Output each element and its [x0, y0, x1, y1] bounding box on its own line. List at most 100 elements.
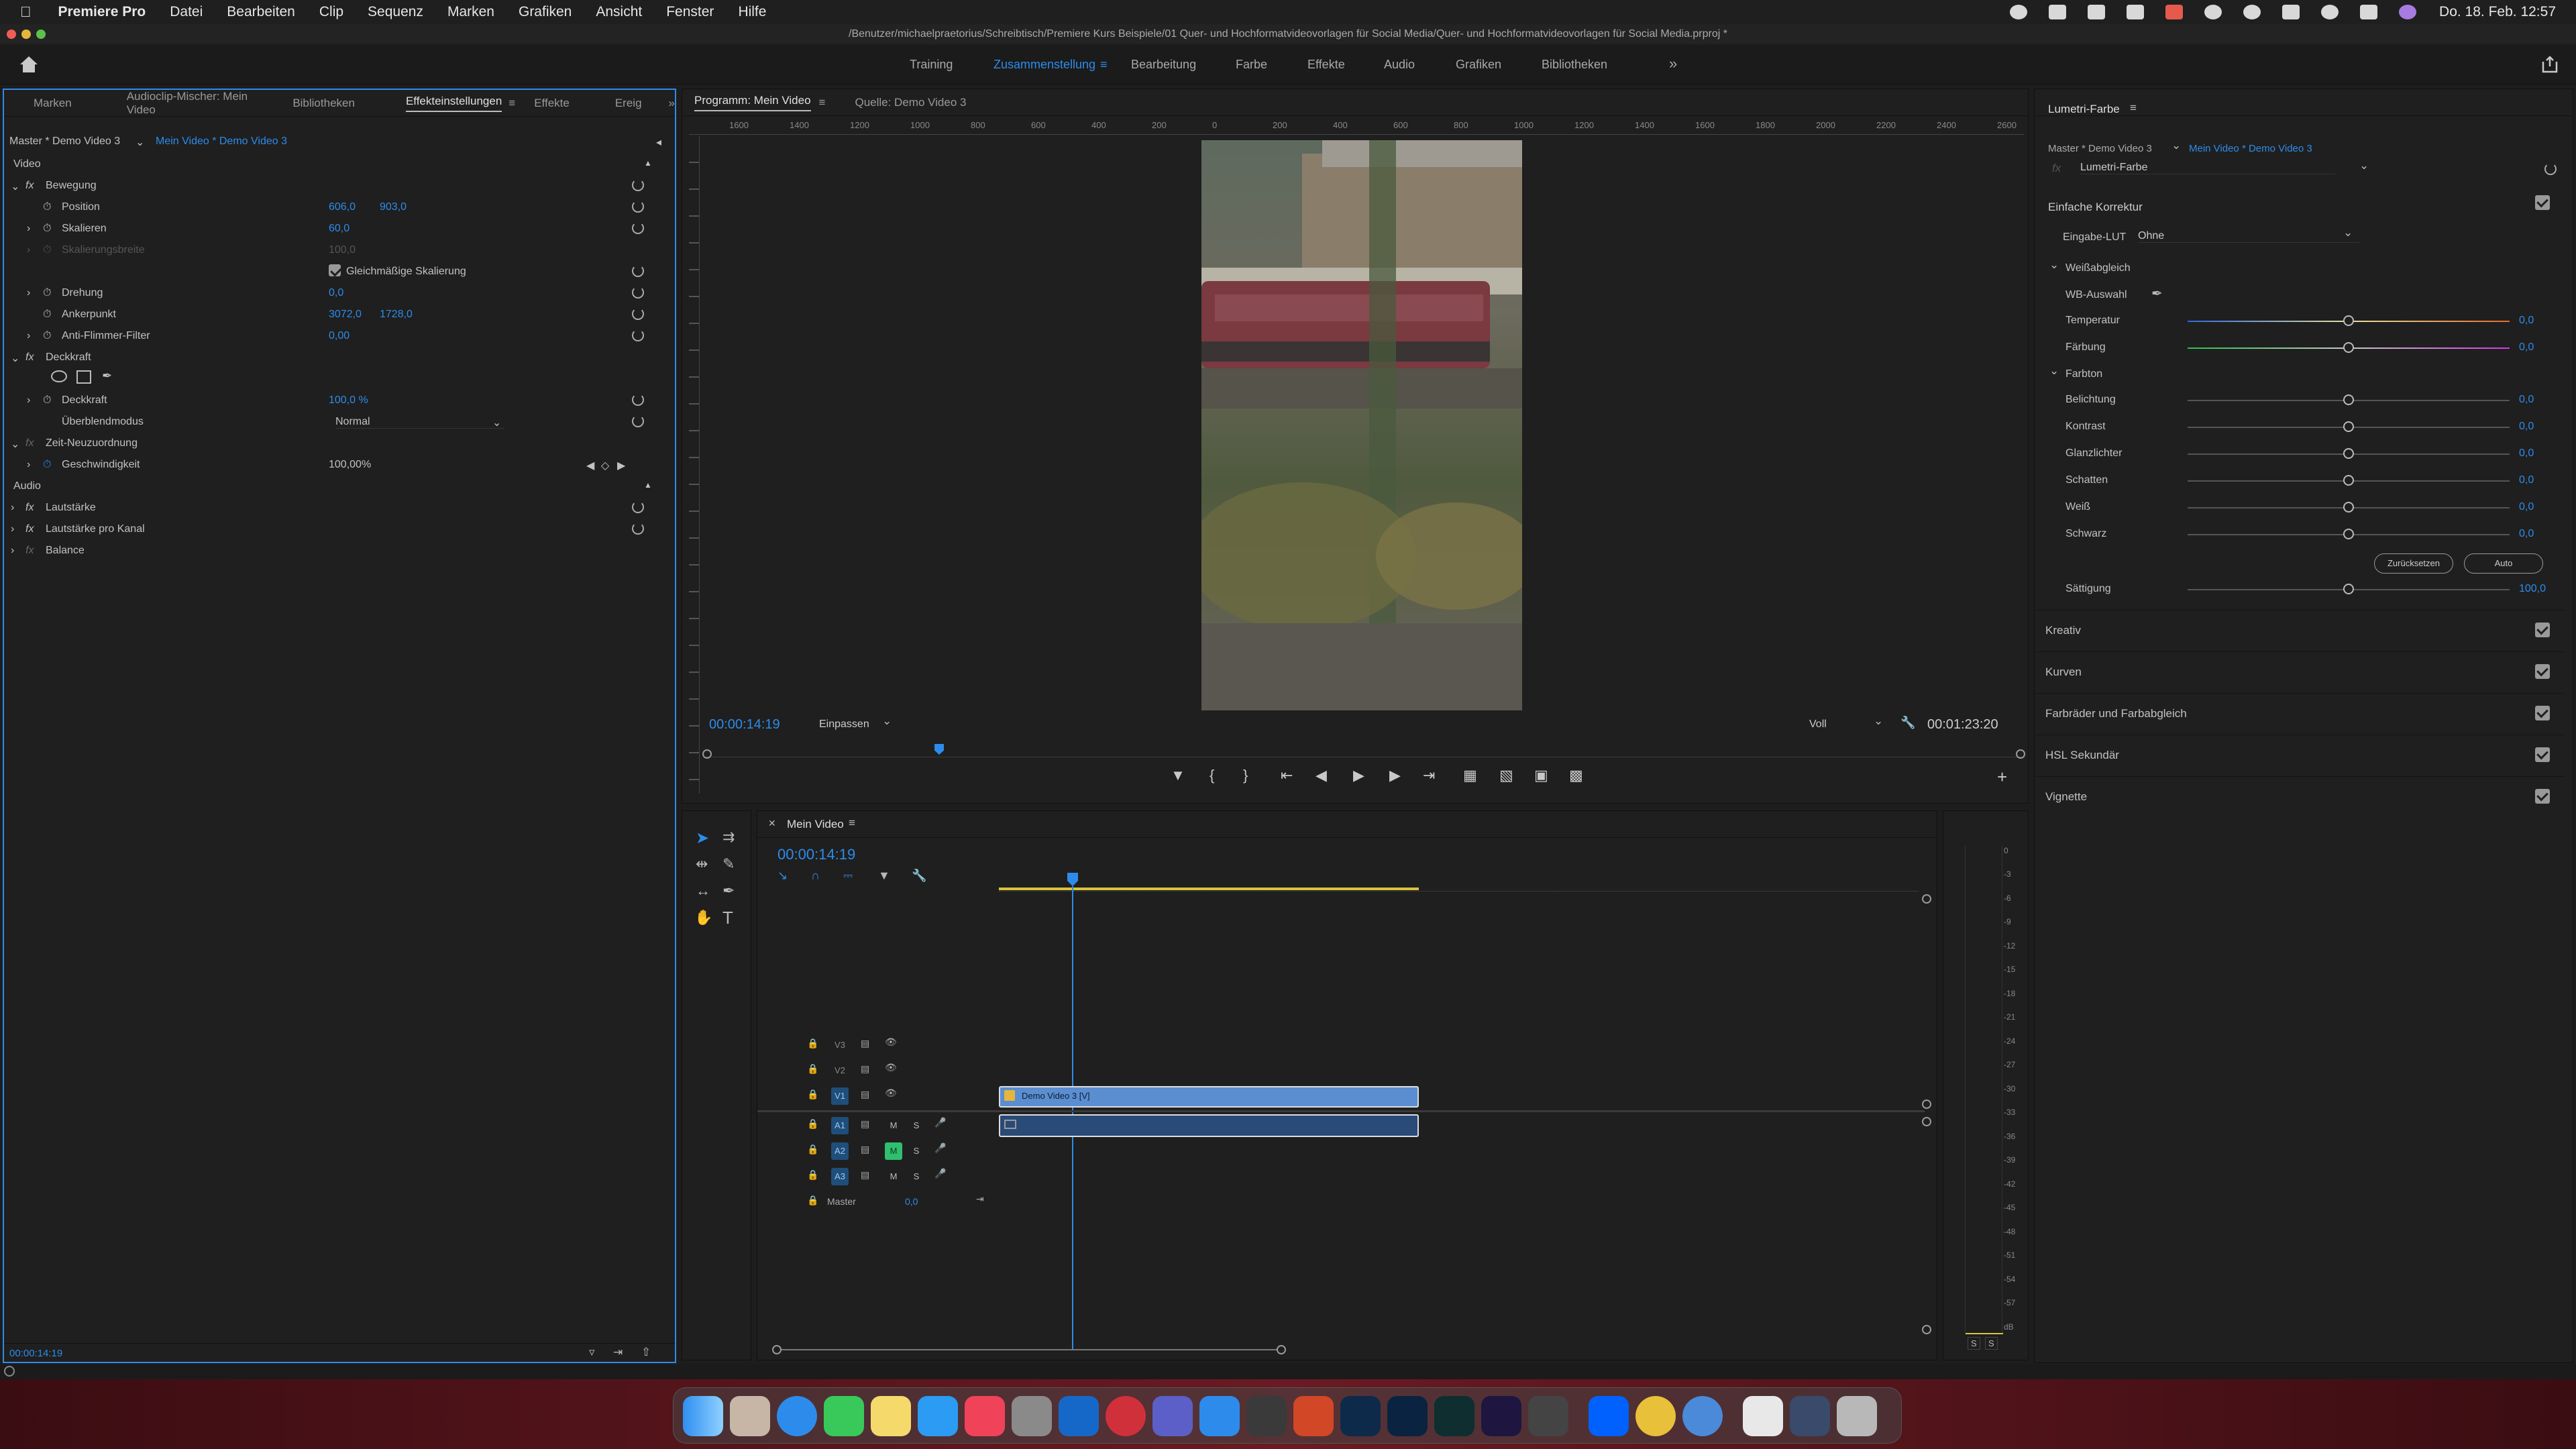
flimmer-value[interactable]: 0,00: [329, 330, 350, 342]
auto-button[interactable]: Auto: [2464, 553, 2543, 574]
timeline-tab[interactable]: Mein Video: [787, 818, 844, 831]
track-label[interactable]: A1: [831, 1117, 849, 1134]
exposure-slider[interactable]: [2188, 394, 2510, 405]
video-clip[interactable]: Demo Video 3 [V]: [999, 1086, 1419, 1108]
workspace-bearbeitung[interactable]: Bearbeitung: [1131, 58, 1196, 72]
finder-icon[interactable]: [683, 1396, 723, 1436]
reset-icon[interactable]: [632, 201, 644, 213]
eye-icon[interactable]: 👁: [885, 1087, 897, 1099]
workspace-training[interactable]: Training: [910, 58, 953, 72]
system-preferences-icon[interactable]: [1012, 1396, 1052, 1436]
stopwatch-icon[interactable]: ⏱: [43, 309, 51, 321]
reset-icon[interactable]: [632, 179, 644, 191]
trash-icon[interactable]: [1837, 1396, 1877, 1436]
glanzlichter-value[interactable]: 0,0: [2519, 447, 2534, 460]
geschwindigkeit-value[interactable]: 100,00%: [329, 459, 371, 471]
menu-grafiken[interactable]: Grafiken: [519, 4, 572, 20]
step-forward-icon[interactable]: ▶: [1389, 767, 1401, 784]
dropbox-icon[interactable]: [1589, 1396, 1629, 1436]
davinci-icon[interactable]: [1528, 1396, 1568, 1436]
section-checkbox[interactable]: [2535, 747, 2550, 762]
whites-slider[interactable]: [2188, 502, 2510, 513]
reset-icon[interactable]: [632, 415, 644, 427]
anker-y-value[interactable]: 1728,0: [380, 309, 413, 321]
menu-hilfe[interactable]: Hilfe: [738, 4, 766, 20]
panel-menu-icon[interactable]: ≡: [2130, 101, 2137, 115]
basic-correction-checkbox[interactable]: [2535, 195, 2550, 210]
snap-icon[interactable]: ∩: [811, 869, 820, 883]
type-tool-icon[interactable]: T: [722, 908, 733, 928]
workspace-farbe[interactable]: Farbe: [1236, 58, 1267, 72]
scroll-right-handle[interactable]: [1277, 1345, 1286, 1354]
sync-lock-icon[interactable]: ▤: [861, 1038, 869, 1049]
wrench-icon[interactable]: 🔧: [1900, 716, 1915, 730]
quicktime-icon[interactable]: [1682, 1396, 1723, 1436]
section-checkbox[interactable]: [2535, 789, 2550, 804]
expand-icon[interactable]: ›: [27, 223, 30, 235]
track-label[interactable]: A2: [831, 1142, 849, 1160]
share-icon[interactable]: [2541, 55, 2559, 74]
hand-tool-icon[interactable]: ✋: [694, 909, 712, 926]
saturation-slider[interactable]: [2188, 584, 2510, 594]
home-icon[interactable]: [19, 55, 39, 74]
chevron-left-icon[interactable]: ◂: [656, 136, 661, 149]
slider-knob[interactable]: [2343, 342, 2354, 353]
stopwatch-icon[interactable]: ⏱: [43, 223, 51, 235]
more-tabs-icon[interactable]: »: [669, 97, 675, 110]
collapse-up-icon[interactable]: ▲: [644, 158, 652, 168]
slider-knob[interactable]: [2343, 584, 2354, 594]
footer-timecode[interactable]: 00:00:14:19: [9, 1348, 62, 1359]
sync-lock-icon[interactable]: ▤: [861, 1118, 869, 1130]
track-label[interactable]: V2: [831, 1062, 849, 1079]
stopwatch-icon[interactable]: ⏱: [43, 287, 51, 299]
mark-out-icon[interactable]: }: [1243, 767, 1248, 784]
audition-icon[interactable]: [1434, 1396, 1474, 1436]
zoom-select[interactable]: Einpassen: [819, 718, 869, 731]
lock-icon[interactable]: 🔒: [807, 1144, 818, 1155]
slider-knob[interactable]: [2343, 421, 2354, 432]
blend-mode-select[interactable]: Normal: [335, 416, 504, 429]
effect-zeit-neuzuordnung[interactable]: ⌄ fx Zeit-Neuzuordnung: [4, 433, 668, 453]
tab-effekteinstellungen[interactable]: Effekteinstellungen: [405, 95, 502, 112]
farbton-header[interactable]: Farbton: [2065, 368, 2102, 380]
safari-icon[interactable]: [777, 1396, 817, 1436]
kontrast-value[interactable]: 0,0: [2519, 421, 2534, 433]
screen-recorder-icon[interactable]: [1106, 1396, 1146, 1436]
menu-marken[interactable]: Marken: [447, 4, 494, 20]
lumetri-title[interactable]: Lumetri-Farbe: [2048, 103, 2120, 116]
minimize-window-button[interactable]: [21, 30, 31, 39]
workspace-effekte[interactable]: Effekte: [1307, 58, 1345, 72]
expand-icon[interactable]: ›: [27, 287, 30, 299]
slider-knob[interactable]: [2343, 394, 2354, 405]
moon-icon[interactable]: [2243, 5, 2261, 19]
teams-icon[interactable]: [1152, 1396, 1193, 1436]
siri-icon[interactable]: [2399, 5, 2417, 19]
panel-menu-icon[interactable]: ≡: [819, 96, 826, 109]
play-icon[interactable]: ▶: [1353, 767, 1364, 784]
track-label[interactable]: V1: [831, 1087, 849, 1105]
reset-icon[interactable]: [2544, 163, 2557, 175]
section-checkbox[interactable]: [2535, 706, 2550, 720]
comparison-view-icon[interactable]: ▩: [1569, 767, 1583, 784]
slider-knob[interactable]: [2343, 502, 2354, 513]
ellipse-mask-icon[interactable]: [51, 370, 67, 382]
go-to-in-icon[interactable]: ⇤: [1281, 767, 1293, 784]
collapse-up-icon[interactable]: ▲: [644, 480, 652, 490]
highlights-slider[interactable]: [2188, 448, 2510, 459]
solo-button[interactable]: S: [908, 1142, 925, 1160]
menu-ansicht[interactable]: Ansicht: [596, 4, 642, 20]
meter-solo-left[interactable]: S: [1968, 1337, 1980, 1350]
reset-icon[interactable]: [632, 265, 644, 277]
music-icon[interactable]: [965, 1396, 1005, 1436]
creative-cloud-icon[interactable]: [2165, 5, 2184, 19]
outlook-icon[interactable]: [1059, 1396, 1099, 1436]
lut-select[interactable]: Ohne: [2138, 230, 2359, 243]
reset-icon[interactable]: [632, 222, 644, 234]
reset-icon[interactable]: [632, 308, 644, 320]
eye-icon[interactable]: 👁: [885, 1036, 897, 1048]
menubar-clock[interactable]: Do. 18. Feb. 12:57: [2439, 4, 2556, 20]
scrub-start-handle[interactable]: [702, 749, 712, 759]
tab-effekte[interactable]: Effekte: [534, 97, 570, 110]
v-zoom-handle[interactable]: [1922, 894, 1931, 904]
zoom-window-button[interactable]: [36, 30, 46, 39]
